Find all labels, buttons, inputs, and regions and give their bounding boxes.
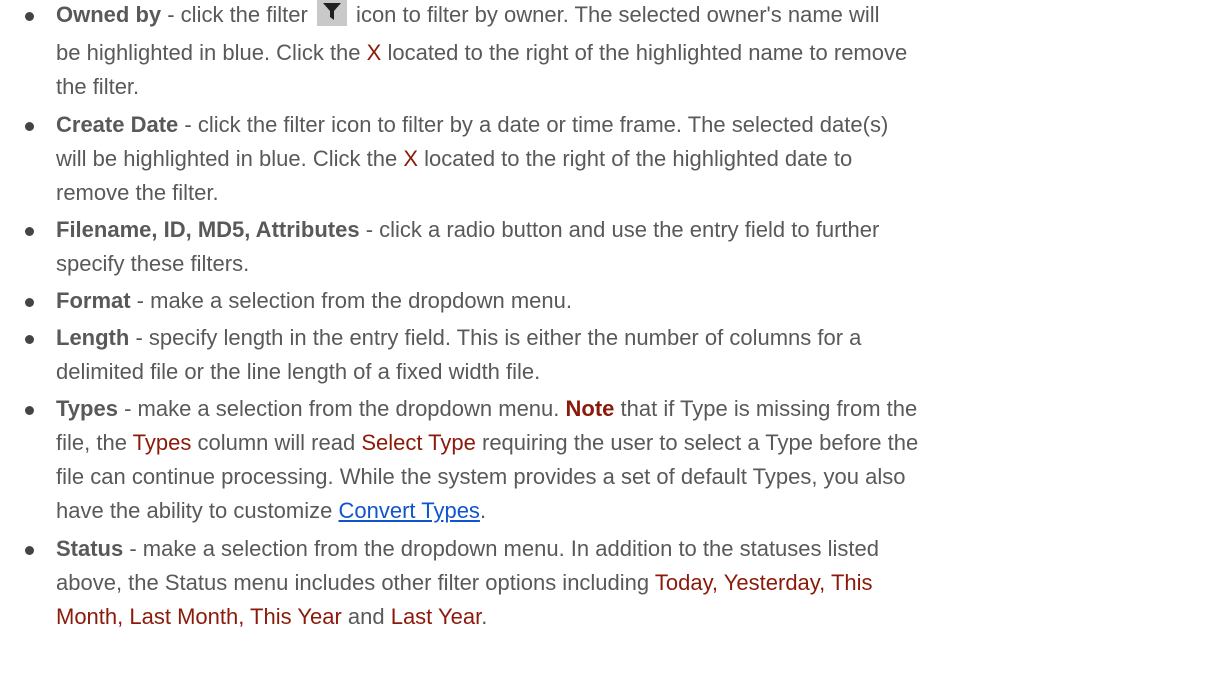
text-segment: - click the filter — [161, 2, 314, 27]
term-label: Owned by — [56, 2, 162, 27]
text-segment: file, the — [56, 430, 133, 455]
term-label: Types — [56, 396, 118, 421]
text-segment: located to the right of the highlighted … — [418, 146, 853, 171]
text-line: Length - specify length in the entry fie… — [56, 323, 861, 353]
select-type-label: Select Type — [361, 430, 476, 455]
term-label: Filename, ID, MD5, Attributes — [56, 217, 360, 242]
highlight-x: X — [366, 40, 382, 65]
text-line: be highlighted in blue. Click the X loca… — [56, 38, 907, 68]
bullet — [25, 12, 34, 21]
term-label: Length — [56, 325, 130, 350]
text-line: Owned by - click the filter icon to filt… — [56, 0, 880, 30]
text-line: Create Date - click the filter icon to f… — [56, 110, 888, 140]
bullet — [25, 122, 34, 131]
text-segment: located to the right of the highlighted … — [381, 40, 908, 65]
text-segment: file can continue processing. While the … — [56, 464, 906, 489]
text-segment: requiring the user to select a Type befo… — [475, 430, 919, 455]
text-line: delimited file or the line length of a f… — [56, 357, 540, 387]
highlight-x: X — [403, 146, 418, 171]
text-line: have the ability to customize Convert Ty… — [56, 496, 486, 526]
text-segment: column will read — [191, 430, 362, 455]
bullet — [25, 406, 34, 415]
text-line: Month, Last Month, This Year and Last Ye… — [56, 602, 487, 632]
note-label: Note — [565, 396, 615, 421]
text-segment: will be highlighted in blue. Click the — [56, 146, 404, 171]
text-segment: - make a selection from the dropdown men… — [130, 288, 573, 313]
status-options-highlight: Month, Last Month, This Year — [56, 604, 342, 629]
text-segment: - click the filter icon to filter by a d… — [178, 112, 889, 137]
bullet — [25, 298, 34, 307]
text-segment: have the ability to customize — [56, 498, 339, 523]
text-segment: specify these filters. — [56, 251, 250, 276]
text-segment: remove the filter. — [56, 180, 219, 205]
types-column-label: Types — [132, 430, 192, 455]
text-segment: icon to filter by owner. The selected ow… — [349, 2, 880, 27]
text-line: the filter. — [56, 72, 139, 102]
text-segment: - make a selection from the dropdown men… — [117, 396, 566, 421]
filter-icon[interactable] — [316, 0, 347, 26]
bullet — [25, 335, 34, 344]
text-line: Status - make a selection from the dropd… — [56, 534, 879, 564]
convert-types-link[interactable]: Convert Types — [338, 498, 479, 523]
text-segment: . — [481, 604, 488, 629]
term-label: Create Date — [56, 112, 179, 137]
text-line: remove the filter. — [56, 178, 219, 208]
text-line: will be highlighted in blue. Click the X… — [56, 144, 852, 174]
status-options-highlight: Last Year — [390, 604, 482, 629]
text-line: specify these filters. — [56, 249, 249, 279]
term-label: Format — [56, 288, 131, 313]
text-line: Filename, ID, MD5, Attributes - click a … — [56, 215, 879, 245]
bullet — [25, 227, 34, 236]
text-segment: . — [479, 498, 487, 523]
text-segment: - click a radio button and use the entry… — [359, 217, 880, 242]
text-line: above, the Status menu includes other fi… — [56, 568, 873, 598]
text-segment: the filter. — [56, 74, 140, 99]
text-segment: above, the Status menu includes other fi… — [56, 570, 655, 595]
status-options-highlight: Today, Yesterday, This — [654, 570, 873, 595]
text-line: Types - make a selection from the dropdo… — [56, 394, 917, 424]
text-line: Format - make a selection from the dropd… — [56, 286, 572, 316]
text-segment: and — [341, 604, 391, 629]
text-segment: - make a selection from the dropdown men… — [123, 536, 879, 561]
text-segment: that if Type is missing from the — [614, 396, 918, 421]
bullet — [25, 546, 34, 555]
term-label: Status — [56, 536, 124, 561]
text-segment: delimited file or the line length of a f… — [56, 359, 541, 384]
text-segment: be highlighted in blue. Click the — [56, 40, 367, 65]
text-line: file, the Types column will read Select … — [56, 428, 918, 458]
text-segment: - specify length in the entry field. Thi… — [129, 325, 862, 350]
text-line: file can continue processing. While the … — [56, 462, 906, 492]
